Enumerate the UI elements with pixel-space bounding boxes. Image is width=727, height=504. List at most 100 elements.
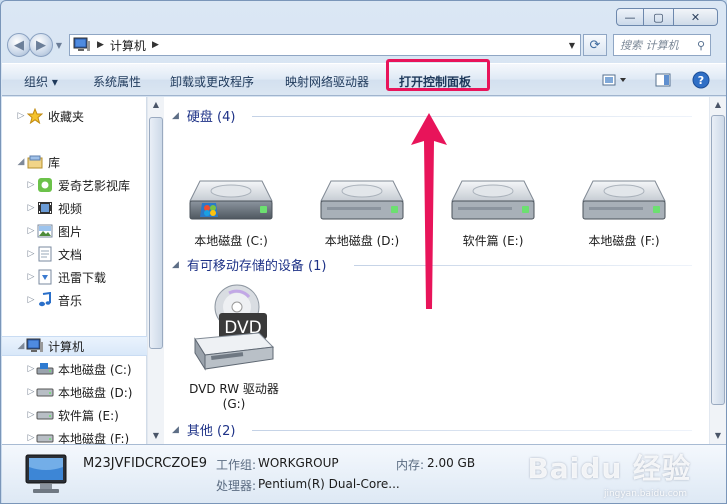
scroll-up-icon[interactable]: ▲ [710, 97, 726, 113]
tree-item-drive[interactable]: ▷ 本地磁盘 (C:) [26, 359, 132, 379]
maximize-button[interactable]: ▢ [644, 8, 674, 26]
tree-item-library-child[interactable]: ▷ 迅雷下载 [26, 267, 106, 287]
expand-arrow-icon[interactable]: ▷ [26, 203, 36, 213]
collapse-arrow-icon[interactable]: ◢ [172, 260, 179, 270]
drive-d[interactable]: 本地磁盘 (D:) [307, 175, 417, 249]
search-placeholder: 搜索 计算机 [620, 39, 679, 52]
dvd-drive[interactable]: DVD DVD RW 驱动器 (G:) [178, 283, 290, 411]
scroll-down-icon[interactable]: ▼ [710, 428, 726, 444]
expand-arrow-icon[interactable]: ▷ [26, 387, 36, 397]
search-input[interactable]: 搜索 计算机 ⚲ [613, 34, 711, 56]
breadcrumb-computer[interactable]: 计算机 [110, 37, 146, 54]
drive-label: 软件篇 (E:) [462, 234, 524, 248]
uninstall-program-button[interactable]: 卸载或更改程序 [170, 73, 254, 90]
help-button[interactable]: ? [690, 71, 712, 89]
explorer-window: — ▢ ✕ ◀ ▶ ▼ ▶ 计算机 ▶ ▼ ⟳ 搜索 计算机 ⚲ 组织 ▾ 系统… [0, 0, 727, 504]
drive-label: 本地磁盘 (D:) [324, 234, 400, 248]
highlight-box [386, 59, 490, 91]
address-bar[interactable]: ▶ 计算机 ▶ ▼ [69, 34, 581, 56]
breadcrumb-separator[interactable]: ▶ [97, 40, 104, 50]
tree-item-library-child[interactable]: ▷ 文档 [26, 244, 82, 264]
group-divider [252, 116, 692, 117]
tree-label: 图片 [58, 224, 83, 239]
collapse-arrow-icon[interactable]: ◢ [16, 341, 26, 351]
group-title: 有可移动存储的设备 (1) [186, 259, 327, 274]
change-view-button[interactable] [600, 71, 630, 89]
workgroup-value: WORKGROUP [258, 456, 339, 470]
collapse-arrow-icon[interactable]: ◢ [172, 111, 179, 121]
expand-arrow-icon[interactable]: ▷ [26, 249, 36, 259]
search-icon: ⚲ [696, 38, 706, 52]
scrollbar-thumb[interactable] [149, 117, 163, 349]
download-folder-icon [36, 269, 54, 285]
baidu-watermark: Baidu 经验 [527, 452, 691, 485]
pictures-icon [36, 223, 54, 239]
memory-key: 内存: [396, 458, 425, 472]
drive-e[interactable]: 软件篇 (E:) [438, 175, 548, 249]
system-properties-button[interactable]: 系统属性 [93, 73, 141, 90]
expand-arrow-icon[interactable]: ▷ [26, 226, 36, 236]
collapse-arrow-icon[interactable]: ◢ [172, 425, 179, 435]
refresh-button[interactable]: ⟳ [583, 34, 607, 56]
group-removable[interactable]: ◢ 有可移动存储的设备 (1) [172, 255, 326, 274]
drive-letter: (G:) [222, 397, 246, 411]
content-pane: ◢ 硬盘 (4) 本地磁盘 (C:) 本地磁盘 (D:) 软件篇 (E:) 本地… [164, 97, 709, 444]
content-scrollbar[interactable]: ▲ ▼ [709, 97, 726, 444]
hard-drive-icon [320, 180, 404, 220]
tree-item-library[interactable]: ◢ 库 [16, 152, 60, 172]
address-dropdown[interactable]: ▼ [564, 35, 580, 55]
drive-label: 本地磁盘 (F:) [588, 234, 660, 248]
group-divider [354, 265, 692, 266]
iqiyi-icon [36, 177, 54, 193]
music-icon [36, 292, 54, 308]
tree-item-favorites[interactable]: ▷ 收藏夹 [16, 106, 84, 126]
tree-item-library-child[interactable]: ▷ 爱奇艺影视库 [26, 175, 130, 195]
expand-arrow-icon[interactable]: ▷ [26, 272, 36, 282]
tree-item-library-child[interactable]: ▷ 音乐 [26, 290, 82, 310]
drive-label: 本地磁盘 (C:) [194, 234, 268, 248]
expand-arrow-icon[interactable]: ▷ [26, 364, 36, 374]
minimize-button[interactable]: — [616, 8, 644, 26]
expand-arrow-icon[interactable]: ▷ [16, 111, 26, 121]
expand-arrow-icon[interactable]: ▷ [26, 410, 36, 420]
collapse-arrow-icon[interactable]: ◢ [16, 157, 26, 167]
tree-label: 计算机 [48, 339, 85, 354]
recent-pages-dropdown[interactable]: ▼ [53, 41, 65, 50]
scrollbar-thumb[interactable] [711, 115, 725, 405]
expand-arrow-icon[interactable]: ▷ [26, 295, 36, 305]
group-title: 硬盘 (4) [186, 110, 236, 125]
tree-label: 收藏夹 [48, 109, 85, 124]
hard-drive-icon [36, 384, 54, 400]
drive-c[interactable]: 本地磁盘 (C:) [176, 175, 286, 249]
close-icon: ✕ [690, 10, 701, 24]
preview-pane-button[interactable] [652, 71, 674, 89]
expand-arrow-icon[interactable]: ▷ [26, 180, 36, 190]
hard-drive-icon [36, 407, 54, 423]
group-other[interactable]: ◢ 其他 (2) [172, 420, 235, 439]
forward-button[interactable]: ▶ [29, 33, 53, 57]
video-icon [36, 200, 54, 216]
computer-large-icon [25, 454, 67, 493]
close-button[interactable]: ✕ [674, 8, 718, 26]
expand-arrow-icon[interactable]: ▷ [26, 433, 36, 443]
tree-item-drive[interactable]: ▷ 软件篇 (E:) [26, 405, 119, 425]
tree-item-library-child[interactable]: ▷ 视频 [26, 198, 82, 218]
scroll-up-icon[interactable]: ▲ [148, 97, 164, 113]
tree-item-library-child[interactable]: ▷ 图片 [26, 221, 82, 241]
computer-icon [73, 37, 90, 51]
back-button[interactable]: ◀ [7, 33, 31, 57]
minimize-icon: — [624, 10, 636, 24]
group-hard-disks[interactable]: ◢ 硬盘 (4) [172, 106, 235, 125]
tree-item-computer[interactable]: ◢ 计算机 [2, 336, 147, 356]
breadcrumb-separator[interactable]: ▶ [152, 40, 159, 50]
scroll-down-icon[interactable]: ▼ [148, 428, 164, 444]
navigation-scrollbar[interactable]: ▲ ▼ [147, 97, 164, 444]
organize-menu[interactable]: 组织 ▾ [24, 73, 58, 90]
tree-item-drive[interactable]: ▷ 本地磁盘 (D:) [26, 382, 133, 402]
cpu-value: Pentium(R) Dual-Core... [258, 477, 400, 491]
svg-text:?: ? [698, 74, 704, 87]
drive-f[interactable]: 本地磁盘 (F:) [569, 175, 679, 249]
map-network-drive-button[interactable]: 映射网络驱动器 [285, 73, 369, 90]
dvd-drive-icon: DVD [194, 284, 275, 371]
navigation-bar: ◀ ▶ ▼ ▶ 计算机 ▶ ▼ ⟳ 搜索 计算机 ⚲ [7, 32, 722, 58]
